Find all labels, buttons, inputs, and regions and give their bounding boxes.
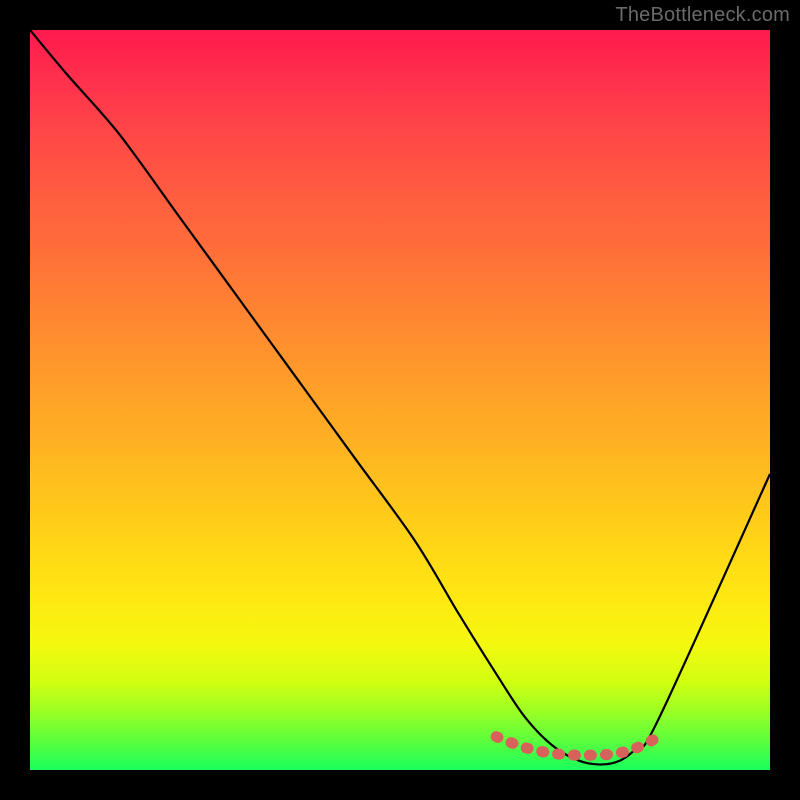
watermark-text: TheBottleneck.com (615, 4, 790, 27)
highlight-band (496, 737, 659, 756)
bottleneck-curve (30, 30, 770, 764)
gradient-plot-area (30, 30, 770, 770)
curve-layer (30, 30, 770, 770)
chart-frame: TheBottleneck.com (0, 0, 800, 800)
